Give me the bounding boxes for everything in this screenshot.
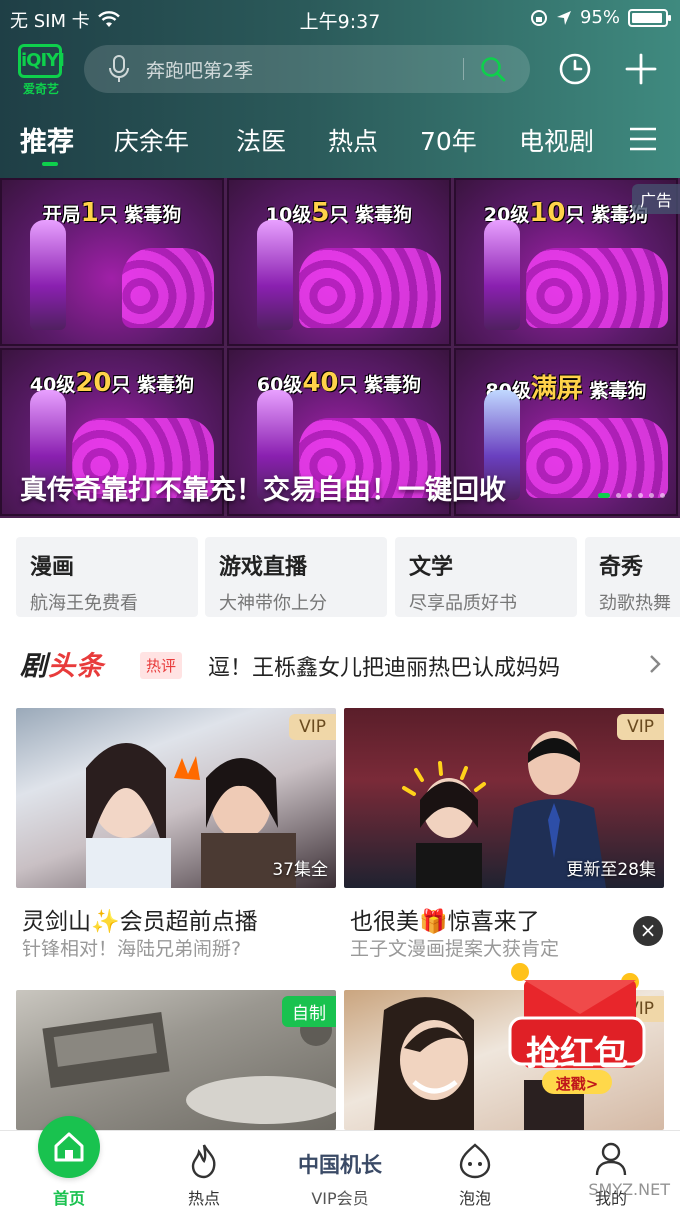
ad-badge: 广告 bbox=[631, 184, 680, 214]
category-title: 文学 bbox=[409, 555, 454, 580]
rotation-lock-icon bbox=[530, 9, 547, 26]
dogs-image bbox=[122, 248, 214, 328]
carousel-dot bbox=[616, 493, 621, 498]
carousel-dot bbox=[627, 493, 632, 498]
hero-figure bbox=[484, 220, 520, 330]
video-thumbnail[interactable]: VIP 37集全 bbox=[16, 708, 336, 888]
watermark: SMYZ.NET bbox=[588, 1180, 670, 1199]
video-description: 王子文漫画提案大获肯定 bbox=[350, 938, 560, 960]
carousel-dot-active bbox=[598, 493, 610, 498]
menu-icon[interactable] bbox=[628, 126, 658, 152]
red-packet-title[interactable]: 抢红包 bbox=[510, 1026, 644, 1075]
red-packet-button[interactable]: 速戳> bbox=[542, 1073, 612, 1094]
dogs-image bbox=[299, 248, 441, 328]
iqiyi-logo[interactable]: iQIYI 爱奇艺 bbox=[18, 44, 65, 96]
banner-caption[interactable]: 真传奇靠打不靠充！交易自由！一键回收 bbox=[20, 468, 506, 507]
category-subtitle: 大神带你上分 bbox=[219, 593, 327, 614]
chevron-right-icon[interactable] bbox=[648, 654, 662, 674]
search-placeholder[interactable]: 奔跑吧第2季 bbox=[146, 56, 463, 83]
dogs-image bbox=[526, 248, 668, 328]
carousel-dot bbox=[660, 493, 665, 498]
category-row: 漫画 航海王免费看 游戏直播 大神带你上分 文学 尽享品质好书 奇秀 劲歌热舞 bbox=[0, 537, 680, 619]
category-card-comics[interactable]: 漫画 航海王免费看 bbox=[16, 537, 198, 617]
video-thumbnail[interactable]: 自制 bbox=[16, 990, 336, 1130]
headline-text[interactable]: 逗！王栎鑫女儿把迪丽热巴认成妈妈 bbox=[208, 650, 560, 682]
banner-cell: 开局1只 紫毒狗 bbox=[0, 178, 224, 346]
microphone-icon[interactable] bbox=[108, 55, 130, 83]
battery-percent: 95% bbox=[579, 7, 620, 28]
dogs-image bbox=[526, 418, 668, 498]
logo-text: 爱奇艺 bbox=[22, 82, 59, 96]
logo-mark: iQIYI bbox=[18, 44, 65, 78]
close-icon[interactable]: × bbox=[633, 916, 663, 946]
category-subtitle: 航海王免费看 bbox=[30, 593, 138, 614]
nav-label: 泡泡 bbox=[458, 1189, 491, 1208]
search-divider bbox=[463, 58, 464, 80]
carousel-dot bbox=[649, 493, 654, 498]
hero-figure bbox=[30, 220, 66, 330]
episode-count: 37集全 bbox=[272, 860, 328, 880]
carousel-dot bbox=[638, 493, 643, 498]
category-title: 游戏直播 bbox=[219, 555, 308, 580]
category-subtitle: 尽享品质好书 bbox=[409, 593, 517, 614]
search-icon[interactable] bbox=[480, 56, 506, 82]
tab-recommend[interactable]: 推荐 bbox=[20, 120, 74, 159]
hot-comment-badge: 热评 bbox=[140, 652, 183, 679]
vip-badge: VIP bbox=[289, 714, 336, 740]
video-card[interactable]: 自制 bbox=[16, 990, 336, 1130]
active-tab-indicator bbox=[42, 162, 58, 166]
search-bar[interactable]: 奔跑吧第2季 bbox=[84, 45, 530, 93]
video-thumbnail[interactable]: VIP 更新至28集 bbox=[344, 708, 664, 888]
drama-headline-row[interactable]: 剧头条 热评 逗！王栎鑫女儿把迪丽热巴认成妈妈 bbox=[20, 642, 670, 686]
tab-hot[interactable]: 热点 bbox=[328, 122, 378, 158]
category-title: 奇秀 bbox=[599, 555, 644, 580]
battery-icon bbox=[628, 8, 671, 27]
video-description: 针锋相对！海陆兄弟闹掰? bbox=[22, 938, 242, 960]
video-title[interactable]: 灵剑山✨会员超前点播 bbox=[22, 902, 258, 936]
history-clock-icon[interactable] bbox=[558, 52, 592, 86]
hero-figure bbox=[257, 220, 293, 330]
location-icon bbox=[556, 10, 571, 25]
status-bar: 无 SIM 卡 上午9:37 95% bbox=[0, 0, 680, 36]
nav-label: 首页 bbox=[52, 1189, 85, 1208]
video-title[interactable]: 也很美🎁惊喜来了 bbox=[350, 902, 540, 936]
nav-label: VIP会员 bbox=[311, 1189, 369, 1208]
tab-qingyunian[interactable]: 庆余年 bbox=[114, 122, 189, 158]
video-card[interactable]: VIP 更新至28集 也很美🎁惊喜来了 王子文漫画提案大获肯定 bbox=[344, 708, 664, 968]
ad-banner[interactable]: 开局1只 紫毒狗 10级5只 紫毒狗 20级10只 紫毒狗 40级20只 紫毒狗… bbox=[0, 178, 680, 518]
channel-tabs: 推荐 庆余年 法医 热点 70年 电视剧 bbox=[0, 112, 680, 172]
category-card-game-live[interactable]: 游戏直播 大神带你上分 bbox=[205, 537, 387, 617]
vip-brand-text: 中国机长 bbox=[298, 1153, 382, 1177]
tab-tv-series[interactable]: 电视剧 bbox=[519, 122, 594, 158]
tab-70years[interactable]: 70年 bbox=[420, 122, 477, 158]
drama-headline-logo: 剧头条 bbox=[20, 651, 104, 682]
header: 无 SIM 卡 上午9:37 95% iQIYI 爱奇艺 奔跑吧第2季 推荐 庆… bbox=[0, 0, 680, 178]
episode-count: 更新至28集 bbox=[566, 860, 656, 880]
original-badge: 自制 bbox=[282, 996, 336, 1027]
home-button[interactable] bbox=[38, 1116, 100, 1178]
category-card-literature[interactable]: 文学 尽享品质好书 bbox=[395, 537, 577, 617]
bottom-nav: 首页 热点 中国机长 VIP会员 泡泡 我的 bbox=[0, 1130, 680, 1209]
category-subtitle: 劲歌热舞 bbox=[599, 593, 671, 614]
flame-icon bbox=[191, 1144, 216, 1179]
home-icon bbox=[54, 1132, 84, 1162]
carousel-indicator bbox=[598, 493, 665, 498]
category-title: 漫画 bbox=[30, 555, 75, 580]
category-card-qixiu[interactable]: 奇秀 劲歌热舞 bbox=[585, 537, 680, 617]
video-card[interactable]: VIP 37集全 灵剑山✨会员超前点播 针锋相对！海陆兄弟闹掰? bbox=[16, 708, 336, 968]
nav-label: 热点 bbox=[187, 1189, 220, 1208]
banner-cell: 10级5只 紫毒狗 bbox=[227, 178, 451, 346]
tab-forensic[interactable]: 法医 bbox=[236, 122, 286, 158]
user-icon bbox=[595, 1142, 627, 1176]
plus-icon[interactable] bbox=[624, 52, 658, 86]
bubble-face-icon bbox=[459, 1143, 491, 1179]
vip-badge: VIP bbox=[617, 714, 664, 740]
